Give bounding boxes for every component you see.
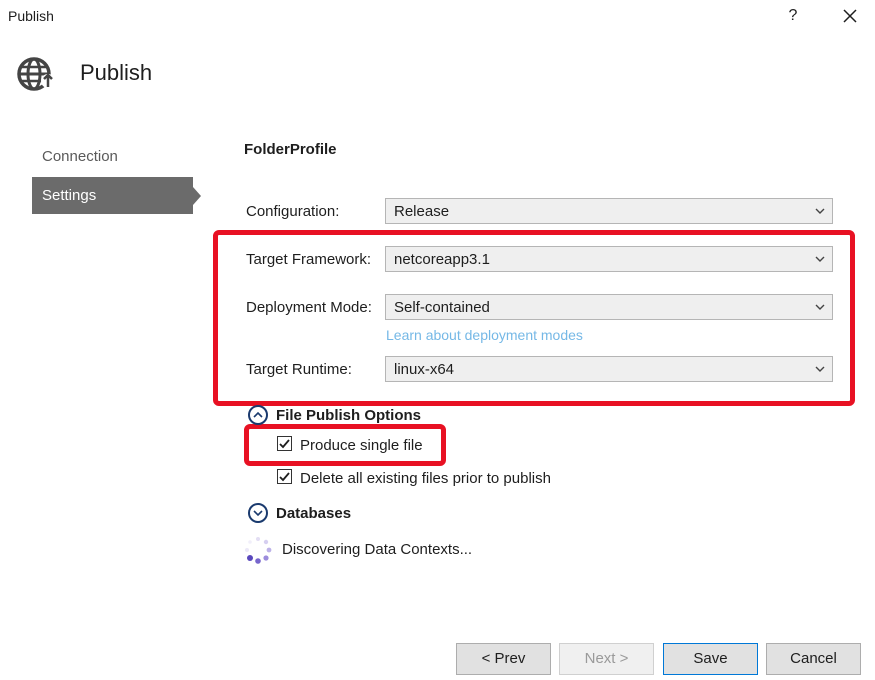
expand-databases-button[interactable]: [248, 503, 268, 523]
delete-existing-files-checkbox[interactable]: [277, 469, 292, 484]
database-status-text: Discovering Data Contexts...: [282, 541, 473, 558]
sidebar-item-connection[interactable]: Connection: [32, 138, 193, 175]
window-title: Publish: [8, 8, 54, 24]
chevron-down-icon: [253, 510, 263, 517]
selected-indicator-arrow: [193, 187, 201, 205]
chevron-up-icon: [253, 411, 263, 418]
collapse-file-publish-button[interactable]: [248, 405, 268, 425]
close-icon: [843, 9, 857, 23]
close-button[interactable]: [838, 4, 862, 28]
configuration-select[interactable]: Release: [385, 198, 833, 224]
chevron-down-icon: [815, 208, 825, 214]
profile-name: FolderProfile: [244, 141, 337, 158]
page-title: Publish: [80, 60, 153, 85]
highlight-box-framework-settings: [213, 230, 855, 406]
configuration-value: Release: [394, 203, 450, 220]
file-publish-options-title: File Publish Options: [276, 407, 422, 424]
checkmark-icon: [279, 439, 290, 449]
cancel-button[interactable]: Cancel: [766, 643, 861, 675]
next-button[interactable]: Next >: [559, 643, 654, 675]
loading-spinner-icon: [243, 535, 273, 565]
produce-single-file-label: Produce single file: [300, 437, 423, 454]
configuration-label: Configuration:: [246, 203, 340, 220]
publish-globe-icon: [16, 54, 56, 94]
databases-title: Databases: [276, 505, 352, 522]
save-button[interactable]: Save: [663, 643, 758, 675]
sidebar-item-settings[interactable]: Settings: [32, 177, 193, 214]
prev-button[interactable]: < Prev: [456, 643, 551, 675]
produce-single-file-checkbox[interactable]: [277, 436, 292, 451]
delete-existing-files-label: Delete all existing files prior to publi…: [300, 470, 551, 487]
checkmark-icon: [279, 472, 290, 482]
help-button[interactable]: ?: [782, 4, 804, 28]
